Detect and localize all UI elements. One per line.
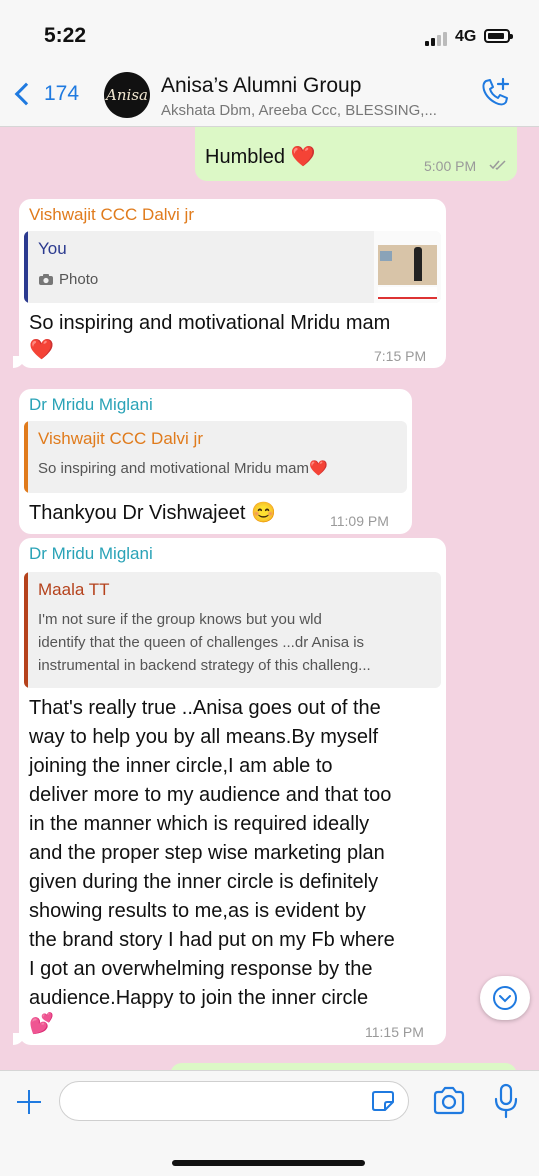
message-incoming[interactable]: Dr Mridu Miglani Maala TT I'm not sure i…	[13, 538, 446, 1045]
reply-photo-thumbnail[interactable]	[374, 231, 441, 303]
message-time: 11:09 PM	[330, 513, 389, 529]
message-text: Humbled ❤️	[205, 146, 316, 168]
message-text: joining the inner circle,I am able to	[29, 755, 333, 777]
message-incoming[interactable]: Dr Mridu Miglani Vishwajit CCC Dalvi jr …	[19, 389, 412, 534]
reply-text: identify that the queen of challenges ..…	[38, 634, 365, 651]
message-input[interactable]	[59, 1081, 409, 1121]
bubble-tail	[13, 1033, 25, 1045]
sender-name: Dr Mridu Miglani	[29, 395, 153, 414]
reply-author: Maala TT	[38, 580, 110, 599]
plus-icon[interactable]	[14, 1087, 44, 1117]
sticker-icon[interactable]	[371, 1090, 395, 1112]
reply-bar	[24, 421, 28, 493]
signal-icon	[425, 32, 449, 46]
chat-area[interactable]: Humbled ❤️ 5:00 PM Vishwajit CCC Dalvi j…	[0, 127, 539, 1070]
message-outgoing[interactable]: Humbled ❤️ 5:00 PM	[195, 127, 517, 181]
reply-text: Photo	[59, 271, 99, 288]
message-outgoing-partial[interactable]	[170, 1063, 517, 1070]
message-text: I got an overwhelming response by the	[29, 958, 373, 980]
message-text: showing results to me,as is evident by	[29, 900, 366, 922]
bubble-tail	[13, 356, 25, 368]
sender-name: Dr Mridu Miglani	[29, 544, 153, 563]
microphone-icon[interactable]	[493, 1083, 519, 1119]
message-text: So inspiring and motivational Mridu mam	[29, 312, 391, 334]
chevron-left-icon	[14, 82, 38, 106]
reply-author: You	[38, 239, 67, 258]
message-emoji: ❤️	[29, 339, 54, 361]
message-time: 5:00 PM	[424, 158, 477, 174]
message-time: 11:15 PM	[365, 1024, 424, 1040]
message-text: way to help you by all means.By myself	[29, 726, 379, 748]
message-text: and the proper step wise marketing plan	[29, 842, 385, 864]
back-button[interactable]: 174	[12, 76, 79, 112]
network-type: 4G	[455, 28, 477, 45]
reply-text: instrumental in backend strategy of this…	[38, 657, 371, 674]
status-bar: 5:22 4G	[0, 0, 539, 62]
camera-icon[interactable]	[432, 1086, 466, 1116]
battery-icon	[484, 29, 513, 43]
message-incoming[interactable]: Vishwajit CCC Dalvi jr You Photo So insp…	[13, 199, 446, 368]
message-text: That's really true ..Anisa goes out of t…	[29, 697, 381, 719]
unread-count: 174	[44, 82, 80, 105]
read-receipt-icon	[489, 160, 506, 171]
message-emoji: 💕	[29, 1013, 54, 1035]
reply-bar	[24, 572, 28, 688]
add-call-icon[interactable]	[478, 76, 512, 110]
reply-text: So inspiring and motivational Mridu mam❤…	[38, 460, 328, 477]
camera-icon	[38, 273, 54, 291]
group-avatar[interactable]: Anisa	[104, 72, 150, 118]
message-text: given during the inner circle is definit…	[29, 871, 379, 893]
group-members[interactable]: Akshata Dbm, Areeba Ccc, BLESSING,...	[161, 102, 437, 119]
status-time: 5:22	[44, 24, 87, 47]
message-text: in the manner which is required ideally	[29, 813, 370, 835]
message-text: deliver more to my audience and that too	[29, 784, 392, 806]
avatar-logo-text: Anisa	[106, 86, 148, 104]
chat-header: 174 Anisa Anisa’s Alumni Group Akshata D…	[0, 62, 539, 127]
reply-bar	[24, 231, 28, 303]
message-text: the brand story I had put on my Fb where	[29, 929, 395, 951]
quoted-reply[interactable]: Vishwajit CCC Dalvi jr So inspiring and …	[24, 421, 407, 493]
reply-author: Vishwajit CCC Dalvi jr	[38, 429, 203, 448]
reply-text: I'm not sure if the group knows but you …	[38, 611, 322, 628]
home-indicator	[172, 1160, 365, 1166]
quoted-reply[interactable]: Maala TT I'm not sure if the group knows…	[24, 572, 441, 688]
chevron-down-icon	[493, 986, 517, 1010]
message-text: audience.Happy to join the inner circle	[29, 987, 369, 1009]
group-title[interactable]: Anisa’s Alumni Group	[161, 74, 361, 98]
message-text: Thankyou Dr Vishwajeet 😊	[29, 502, 276, 524]
sender-name: Vishwajit CCC Dalvi jr	[29, 205, 194, 224]
message-time: 7:15 PM	[374, 348, 427, 364]
quoted-reply[interactable]: You Photo	[24, 231, 441, 303]
scroll-down-button[interactable]	[480, 976, 530, 1020]
